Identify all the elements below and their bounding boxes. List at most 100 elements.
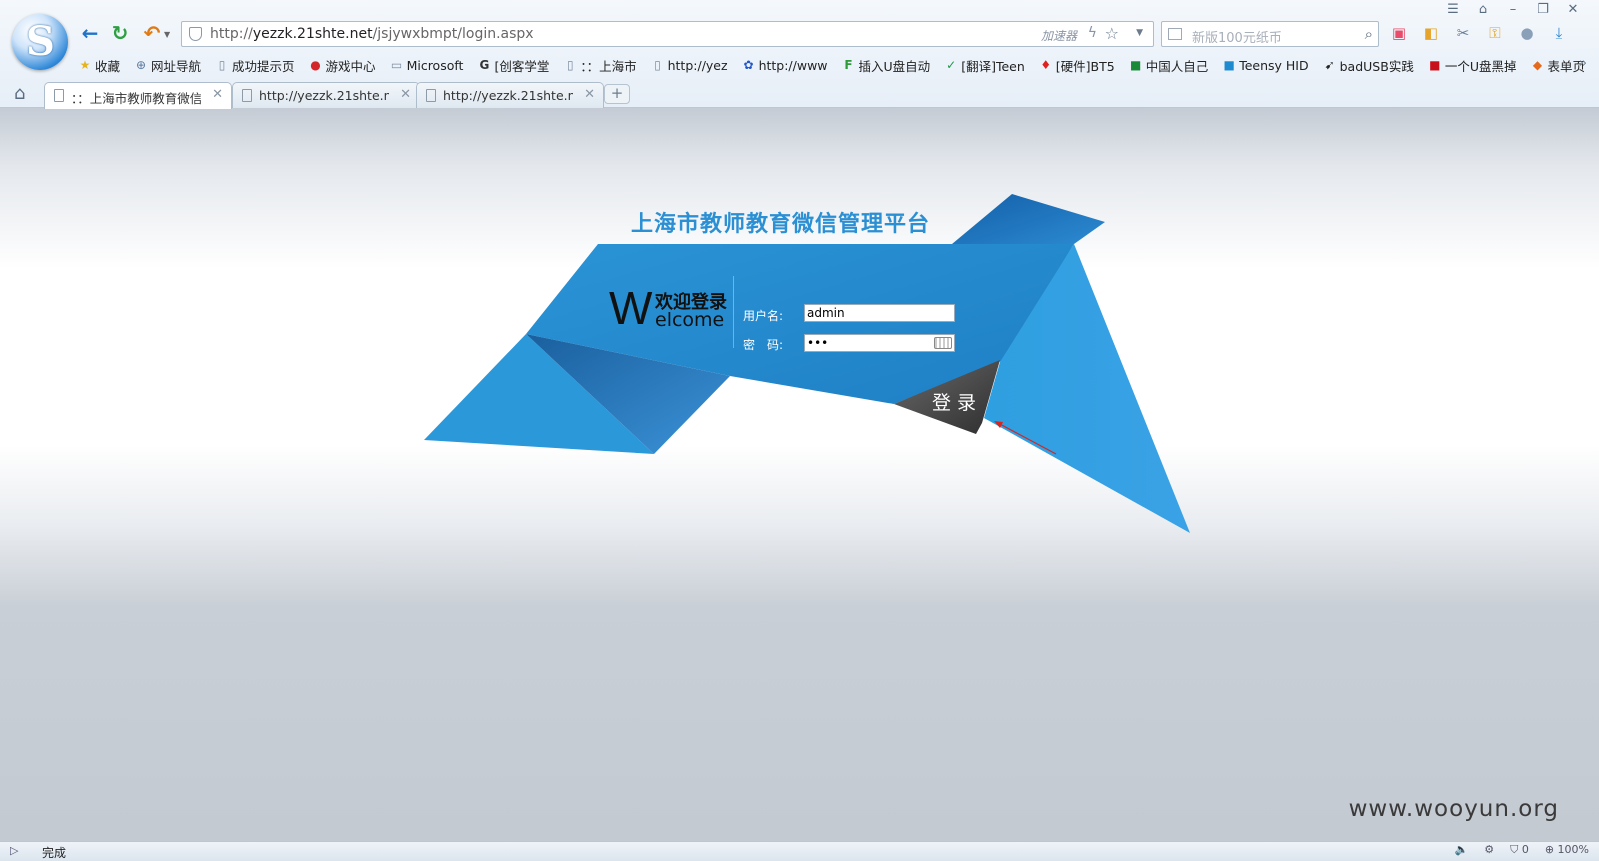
- bookmark-item[interactable]: ◆ 表单页: [1530, 55, 1599, 75]
- tab-third[interactable]: http://yezzk.21shte.net ✕: [416, 82, 604, 108]
- ad-block-count[interactable]: ⛉ 0: [1510, 843, 1529, 857]
- tab-title: http://yezzk.21shte.net: [259, 88, 389, 103]
- bookmark-item[interactable]: ➹ badUSB实践: [1323, 55, 1428, 75]
- globe-icon: ⊕: [135, 58, 147, 72]
- toolbar-icons: ▣ ◧ ✂ ⚿ ● ⤓: [1388, 24, 1570, 42]
- search-icon[interactable]: ⌕: [1365, 25, 1373, 43]
- url-path: /jsjywxbmpt/login.aspx: [372, 26, 534, 42]
- chevron-down-icon[interactable]: ▼: [164, 30, 170, 39]
- url-domain: yezzk.21shte.net: [252, 26, 373, 42]
- bookmark-item[interactable]: ★ 收藏: [78, 55, 134, 75]
- page-icon: ▯: [654, 58, 661, 72]
- status-text: 完成: [42, 846, 67, 860]
- login-button[interactable]: 登录: [932, 388, 982, 415]
- bookmark-label: badUSB实践: [1339, 58, 1414, 74]
- site-logo-icon: ■: [1130, 58, 1142, 72]
- site-logo-icon: ■: [1223, 58, 1235, 72]
- welcome-english: elcome: [655, 309, 725, 331]
- bookmark-label: 收藏: [95, 58, 121, 74]
- bookmark-item[interactable]: ✓ [翻译]Teen: [944, 55, 1039, 75]
- menu-icon[interactable]: ☰: [1445, 2, 1461, 17]
- address-url[interactable]: http://yezzk.21shte.net/jsjywxbmpt/login…: [210, 26, 534, 42]
- bookmark-item[interactable]: ▯ ：：上海市: [563, 55, 650, 75]
- favorite-star-icon[interactable]: ☆: [1105, 24, 1119, 43]
- bookmarks-bar: ★ 收藏 ⊕ 网址导航 ▯ 成功提示页 ● 游戏中心 ▭ Microsoft G [创客学堂…: [78, 55, 1599, 75]
- bookmark-item[interactable]: ■ 中国人自己: [1129, 55, 1223, 75]
- welcome-initial: W: [609, 282, 653, 334]
- username-field[interactable]: [804, 304, 955, 322]
- bookmark-item[interactable]: ♦ [硬件]BT5: [1039, 55, 1129, 75]
- bookmark-label: [创客学堂: [494, 58, 550, 74]
- play-icon[interactable]: ▷: [10, 844, 18, 857]
- lightning-icon[interactable]: ϟ: [1088, 25, 1097, 41]
- bookmark-item[interactable]: ■ Teensy HID: [1222, 55, 1322, 75]
- bookmarks-overflow-icon[interactable]: »: [1579, 56, 1587, 71]
- window-controls: ☰ ⌂ – ❐ ✕: [1445, 2, 1581, 17]
- star-icon: ★: [79, 58, 91, 72]
- refresh-icon[interactable]: ↻: [108, 22, 132, 46]
- home-icon[interactable]: ⌂: [14, 83, 25, 104]
- virtual-keyboard-icon[interactable]: [934, 337, 952, 349]
- bookmark-label: http://yez: [667, 57, 728, 73]
- bookmark-label: 成功提示页: [232, 58, 295, 74]
- download-icon[interactable]: ⤓: [1548, 24, 1570, 42]
- password-label: 密 码:: [743, 338, 784, 352]
- form-divider: [733, 276, 734, 348]
- tab-title: ：：上海市教师教育微信: [71, 91, 201, 106]
- back-arrow-icon[interactable]: ←: [78, 22, 102, 46]
- bookmark-item[interactable]: ▭ Microsoft: [390, 55, 478, 75]
- bookmark-item[interactable]: G [创客学堂: [477, 55, 563, 75]
- tab-login-page[interactable]: ：：上海市教师教育微信 ✕: [44, 82, 232, 109]
- extension-icon[interactable]: ⚙: [1484, 843, 1494, 857]
- bookmark-item[interactable]: ⊕ 网址导航: [134, 55, 215, 75]
- site-logo-icon: ■: [1429, 58, 1441, 72]
- search-placeholder[interactable]: 新版100元纸币: [1192, 27, 1282, 46]
- site-logo-icon: G: [479, 58, 490, 72]
- chat-icon[interactable]: ●: [1516, 24, 1538, 42]
- bookmark-label: Teensy HID: [1239, 57, 1309, 73]
- scissors-icon[interactable]: ✂: [1452, 24, 1474, 42]
- address-dropdown-icon[interactable]: ▼: [1136, 28, 1143, 38]
- image-search-icon[interactable]: [1168, 28, 1182, 40]
- new-tab-button[interactable]: +: [604, 84, 630, 104]
- restore-icon[interactable]: ❐: [1535, 2, 1551, 17]
- skin-icon[interactable]: ⌂: [1475, 2, 1491, 17]
- security-shield-icon[interactable]: [189, 27, 202, 41]
- undo-close-tab-icon[interactable]: ↶: [140, 22, 164, 46]
- bookmark-item[interactable]: ▯ 成功提示页: [215, 55, 309, 75]
- bookmark-label: http://www: [758, 57, 828, 73]
- close-tab-icon[interactable]: ✕: [584, 87, 595, 102]
- browser-logo-icon[interactable]: S: [12, 14, 68, 70]
- key-icon[interactable]: ⚿: [1484, 24, 1506, 42]
- bookmark-item[interactable]: F 插入U盘自动: [842, 55, 945, 75]
- volume-icon[interactable]: 🔈: [1455, 843, 1469, 857]
- close-tab-icon[interactable]: ✕: [400, 87, 411, 102]
- bookmark-item[interactable]: ✿ http://www: [742, 55, 842, 75]
- page-icon: [242, 89, 252, 102]
- minimize-icon[interactable]: –: [1505, 2, 1521, 17]
- bookmark-label: 中国人自己: [1145, 58, 1209, 74]
- head-tip-shape: [952, 194, 1105, 244]
- site-logo-icon: ♦: [1040, 58, 1052, 72]
- search-box[interactable]: 新版100元纸币 ⌕: [1161, 21, 1379, 47]
- site-logo-icon: F: [844, 58, 853, 72]
- bookmark-label: [翻译]Teen: [961, 58, 1025, 74]
- tab-second[interactable]: http://yezzk.21shte.net ✕: [232, 82, 420, 108]
- bookmark-label: ：：上海市: [580, 58, 637, 74]
- page-icon: [54, 89, 64, 102]
- bookmark-item[interactable]: ▯ http://yez: [651, 55, 742, 75]
- form-icon: ◆: [1532, 58, 1543, 72]
- page-icon: ▯: [567, 58, 574, 72]
- close-tab-icon[interactable]: ✕: [212, 87, 223, 102]
- reader-icon[interactable]: ◧: [1420, 24, 1442, 42]
- url-scheme: http://: [210, 26, 253, 42]
- address-bar[interactable]: http://yezzk.21shte.net/jsjywxbmpt/login…: [181, 21, 1154, 47]
- screenshot-icon[interactable]: ▣: [1388, 24, 1410, 42]
- close-window-icon[interactable]: ✕: [1565, 2, 1581, 17]
- password-field[interactable]: [804, 334, 955, 352]
- accelerator-label[interactable]: 加速器: [1041, 27, 1077, 44]
- zoom-control[interactable]: ⊕ 100%: [1545, 843, 1589, 857]
- page-icon: ▯: [218, 58, 226, 72]
- bookmark-item[interactable]: ● 游戏中心: [309, 55, 390, 75]
- bookmark-item[interactable]: ■ 一个U盘黑掉: [1428, 55, 1531, 75]
